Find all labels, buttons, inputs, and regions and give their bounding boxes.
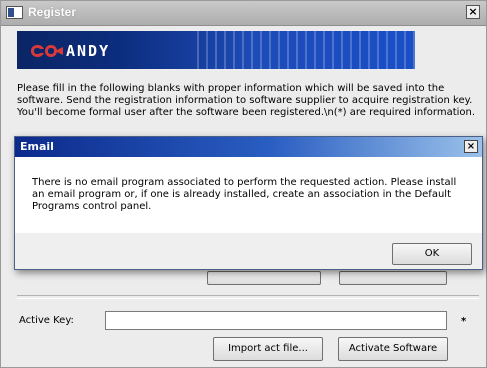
- dialog-title: Email: [20, 140, 54, 153]
- form-separator: [17, 295, 479, 299]
- dialog-close-button[interactable]: ×: [464, 140, 478, 153]
- active-key-input[interactable]: [105, 311, 447, 330]
- active-key-label: Active Key:: [19, 315, 74, 326]
- banner-stripes: [197, 31, 415, 69]
- hidden-form-button-right: [339, 271, 447, 285]
- window-close-button[interactable]: ×: [466, 5, 480, 19]
- dialog-body: There is no email program associated to …: [15, 157, 482, 233]
- dialog-footer: OK: [15, 233, 482, 269]
- app-window-icon: [6, 6, 23, 19]
- brand-logo-icon: [31, 45, 63, 57]
- active-key-required-mark: *: [461, 316, 467, 327]
- window-titlebar[interactable]: Register ×: [1, 1, 486, 26]
- hidden-form-button-left: [207, 271, 321, 285]
- intro-text: Please fill in the following blanks with…: [17, 83, 476, 118]
- import-act-file-button[interactable]: Import act file...: [213, 337, 323, 361]
- activate-software-button[interactable]: Activate Software: [338, 337, 448, 361]
- brand-text: ANDY: [66, 42, 111, 60]
- brand-banner: ANDY: [17, 31, 415, 69]
- dialog-message: There is no email program associated to …: [32, 177, 457, 212]
- dialog-ok-button[interactable]: OK: [392, 243, 472, 265]
- dialog-titlebar[interactable]: Email ×: [15, 137, 482, 157]
- window-title: Register: [28, 5, 77, 19]
- email-error-dialog: Email × There is no email program associ…: [14, 136, 483, 270]
